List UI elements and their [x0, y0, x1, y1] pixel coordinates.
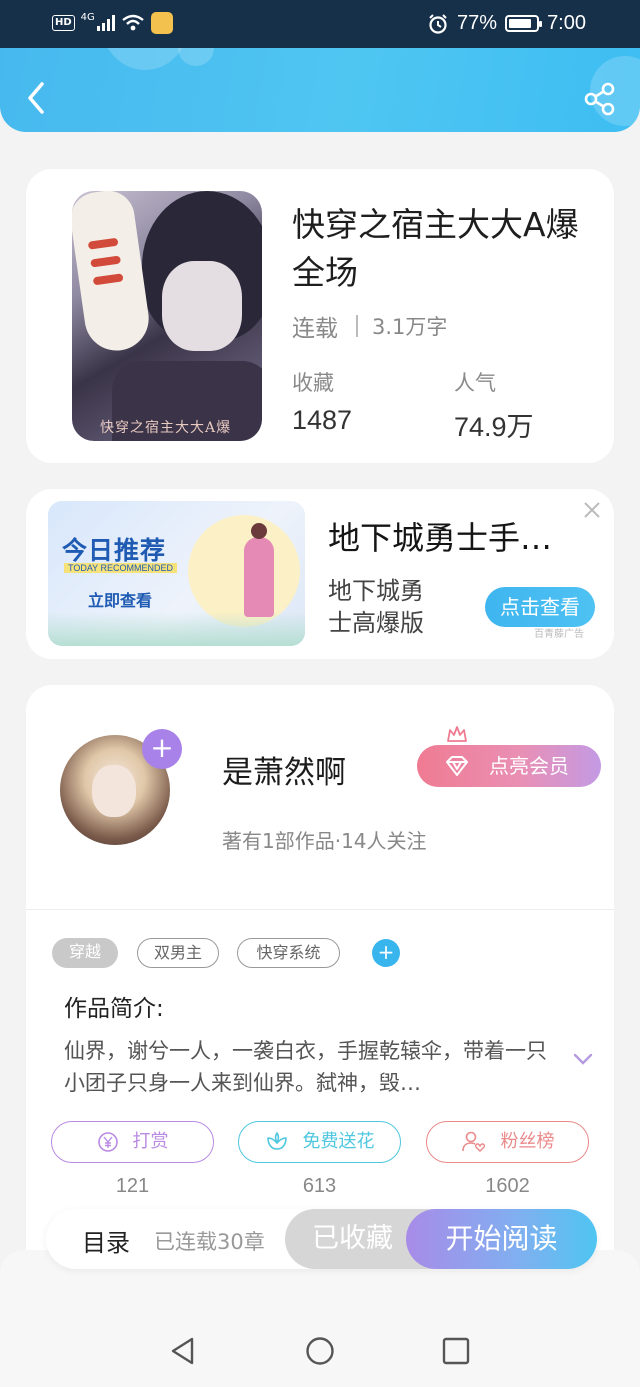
app-notification-icon — [150, 12, 173, 34]
fan-ranking-button[interactable]: 粉丝榜 — [426, 1121, 589, 1163]
user-heart-icon — [461, 1131, 485, 1152]
book-cover[interactable]: 快穿之宿主大大A爆 — [72, 191, 262, 441]
share-icon[interactable] — [584, 82, 616, 116]
intro-text[interactable]: 仙界，谢兮一人，一袭白衣，手握乾辕伞，带着一只小团子只身一人来到仙界。弑神，毁… — [64, 1035, 564, 1099]
popularity-value: 74.9万 — [454, 412, 534, 442]
book-title: 快穿之宿主大大A爆全场 — [292, 205, 579, 292]
fan-ranking-label: 粉丝榜 — [500, 1131, 555, 1152]
ad-banner-title: 今日推荐 — [62, 536, 167, 565]
toc-button[interactable]: 目录 — [82, 1223, 130, 1258]
ad-banner-cta: 立即查看 — [88, 591, 153, 610]
ad-title: 地下城勇士手… — [328, 519, 553, 557]
ad-view-button[interactable]: 点击查看 — [485, 587, 595, 627]
wifi-icon — [122, 14, 144, 31]
section-divider — [26, 909, 614, 910]
tip-button[interactable]: 打赏 — [51, 1121, 214, 1163]
nav-recents-icon[interactable] — [441, 1336, 471, 1366]
yen-coin-icon — [97, 1132, 118, 1152]
nav-home-icon[interactable] — [305, 1336, 335, 1366]
author-name[interactable]: 是萧然啊 — [222, 747, 346, 792]
author-meta: 著有1部作品·14人关注 — [222, 829, 427, 853]
chapter-count: 已连载30章 — [154, 1230, 265, 1254]
add-tag-icon[interactable]: + — [372, 939, 400, 967]
ad-card[interactable]: 今日推荐 TODAY RECOMMENDED 立即查看 地下城勇士手… 地下城勇… — [26, 489, 614, 659]
book-status: 连载 — [292, 316, 338, 342]
system-nav-bar — [0, 1250, 640, 1387]
meta-divider — [356, 315, 358, 337]
start-reading-button[interactable]: 开始阅读 — [406, 1209, 597, 1269]
top-header: HD 4G 77% 7:00 — [0, 0, 640, 132]
tip-count: 121 — [115, 1175, 150, 1197]
ad-banner-image[interactable]: 今日推荐 TODAY RECOMMENDED 立即查看 — [48, 501, 305, 646]
send-flower-button[interactable]: 免费送花 — [238, 1121, 401, 1163]
ad-source-label: 百青藤广告 — [534, 629, 584, 640]
signal-icon — [96, 15, 115, 31]
vip-button-label: 点亮会员 — [489, 754, 569, 778]
cover-title-text: 快穿之宿主大大A爆 — [100, 420, 232, 436]
tag-chip[interactable]: 穿越 — [52, 938, 118, 968]
network-type: 4G — [80, 11, 95, 23]
tag-chip[interactable]: 双男主 — [137, 938, 219, 968]
hd-indicator: HD — [52, 15, 75, 31]
battery-percent: 77% — [457, 12, 498, 34]
crown-icon — [447, 726, 467, 742]
status-bar: HD 4G 77% 7:00 — [0, 0, 640, 48]
vip-button[interactable]: 点亮会员 — [417, 745, 601, 787]
chevron-left-icon[interactable] — [22, 78, 52, 118]
bottom-action-bar: 目录 已连载30章 已收藏 开始阅读 — [46, 1209, 597, 1269]
follow-plus-icon[interactable]: + — [142, 729, 182, 769]
battery-icon — [505, 15, 543, 32]
book-info-card: 快穿之宿主大大A爆 快穿之宿主大大A爆全场 连载 3.1万字 收藏 人气 148… — [26, 169, 614, 463]
diamond-icon — [446, 756, 468, 776]
ad-banner-subtitle: TODAY RECOMMENDED — [64, 563, 178, 573]
fan-count: 1602 — [485, 1175, 530, 1197]
tag-chip[interactable]: 快穿系统 — [237, 938, 340, 968]
nav-back-icon[interactable] — [168, 1336, 198, 1366]
word-count: 3.1万字 — [372, 315, 448, 339]
chevron-down-icon[interactable] — [572, 1051, 594, 1067]
send-flower-label: 免费送花 — [302, 1131, 375, 1152]
close-icon[interactable] — [581, 499, 603, 521]
tip-label: 打赏 — [132, 1131, 169, 1152]
popularity-label: 人气 — [454, 371, 496, 395]
alarm-icon — [429, 13, 447, 34]
ad-subtitle: 地下城勇士高爆版 — [328, 577, 424, 637]
book-meta: 连载 3.1万字 — [292, 309, 447, 343]
clock: 7:00 — [547, 12, 586, 34]
intro-title: 作品简介: — [64, 996, 164, 1022]
flower-count: 613 — [302, 1175, 337, 1197]
favorites-label: 收藏 — [292, 371, 334, 395]
favorites-value: 1487 — [292, 405, 353, 435]
flower-icon — [266, 1132, 287, 1150]
